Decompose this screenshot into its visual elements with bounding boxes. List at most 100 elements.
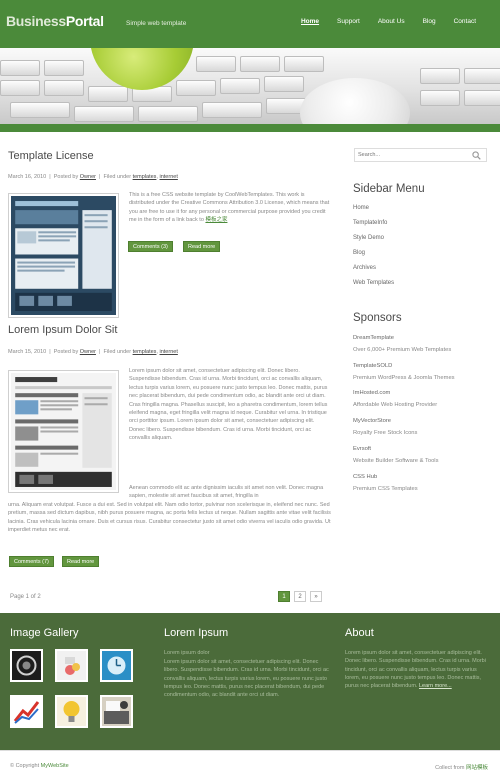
sidebar-menu: Home TemplateInfo Style Demo Blog Archiv… [353,205,394,295]
keyboard-key [202,102,262,118]
read-more-button[interactable]: Read more [62,556,100,567]
gallery-image [104,701,129,724]
sidebar-item-style-demo[interactable]: Style Demo [353,235,394,250]
sponsor-item: Evrsoft Website Builder Software & Tools [353,443,439,467]
post-tag-link[interactable]: internet [160,349,178,355]
header-banner-image [0,48,500,124]
sponsors-heading: Sponsors [353,312,402,324]
keyboard-key [0,80,40,96]
credit-link[interactable]: 模板之家 [205,217,227,223]
sponsor-description: Premium CSS Templates [353,486,418,492]
post-body-paragraph: Lorem ipsum dolor sit amet, consectetuer… [129,368,328,442]
sponsor-name[interactable]: TemplateSOLD [353,360,455,372]
post-thumbnail[interactable] [8,370,119,493]
next-page-button[interactable]: » [310,591,322,602]
keyboard-key [420,68,460,84]
post-body-paragraph: urna. Aliquam erat volutpat. Fusce a dui… [8,502,331,534]
gallery-thumb[interactable] [100,695,133,728]
gallery-thumb[interactable] [100,649,133,682]
lorem-heading: Lorem Ipsum [164,627,229,639]
site-footer: Image Gallery Lorem Ipsum Lorem ipsum do… [0,613,500,750]
post-tag-link[interactable]: templates [133,174,157,180]
site-logo[interactable]: BusinessPortal [6,13,104,29]
comments-button[interactable]: Comments (7) [9,556,54,567]
keyboard-key [176,80,216,96]
gallery-thumb[interactable] [55,695,88,728]
sponsor-name[interactable]: DreamTemplate [353,332,451,344]
keyboard-key [464,68,500,84]
site-tagline: Simple web template [126,20,187,27]
site-link[interactable]: MyWebSite [41,763,69,769]
about-heading: About [345,627,374,639]
page-indicator: Page 1 of 2 [10,594,41,600]
read-more-button[interactable]: Read more [183,241,221,252]
keyboard-key [284,56,324,72]
post-thumbnail[interactable] [8,193,119,318]
nav-contact[interactable]: Contact [454,18,476,25]
keyboard-key [138,106,198,122]
filed-under-label: Filed under [103,349,132,355]
search-box [354,148,487,162]
post-body-paragraph: Aenean commodo elit ac ante dignissim ia… [129,485,324,500]
sponsor-description: Affordable Web Hosting Provider [353,402,438,408]
lorem-text: Lorem ipsum dolor sit amet, consectetuer… [164,659,329,699]
gallery-image [107,656,126,675]
credit-footer-link[interactable]: 网站模板 [466,765,488,771]
post-tag-link[interactable]: templates [133,349,157,355]
logo-part2: Portal [65,13,104,29]
post-title[interactable]: Template License [8,150,94,162]
keyboard-key [10,102,70,118]
gallery-thumb[interactable] [10,695,43,728]
sponsor-name[interactable]: MyVectorStore [353,415,417,427]
copyright: © Copyright MyWebSite [10,763,69,769]
about-text: Lorem ipsum dolor sit amet, consectetuer… [345,650,486,690]
nav-home[interactable]: Home [301,18,319,25]
nav-support[interactable]: Support [337,18,360,25]
mouse-graphic [300,78,410,124]
sidebar-menu-heading: Sidebar Menu [353,183,425,195]
nav-about-us[interactable]: About Us [378,18,405,25]
page-1-button[interactable]: 1 [278,591,290,602]
sponsor-name[interactable]: CSS Hub [353,471,418,483]
gallery-thumb[interactable] [55,649,88,682]
keyboard-key [44,80,84,96]
keyboard-key [464,90,500,106]
sponsor-item: CSS Hub Premium CSS Templates [353,471,418,495]
sponsor-description: Website Builder Software & Tools [353,458,439,464]
credit: Collect from 网站模板 [435,765,488,771]
sidebar-item-templateinfo[interactable]: TemplateInfo [353,220,394,235]
sponsor-name[interactable]: Evrsoft [353,443,439,455]
gallery-heading: Image Gallery [10,627,79,639]
gallery-thumb[interactable] [10,649,43,682]
page-2-button[interactable]: 2 [294,591,306,602]
sidebar-item-home[interactable]: Home [353,205,394,220]
sponsor-item: ImHosted.com Affordable Web Hosting Prov… [353,387,437,411]
banner-divider [0,124,500,132]
template-screenshot-image [11,373,116,490]
post-tag-link[interactable]: internet [160,174,178,180]
keyboard-key [88,86,128,102]
sidebar-item-archives[interactable]: Archives [353,265,394,280]
post-author-link[interactable]: Owner [80,349,96,355]
sponsor-item: DreamTemplate Over 6,000+ Premium Web Te… [353,332,451,356]
posted-by-label: Posted by [53,174,79,180]
post-date: March 15, 2010 [8,349,47,355]
gallery-image [63,701,80,722]
post-meta: March 16, 2010 | Posted by Owner | Filed… [8,174,178,180]
comments-button[interactable]: Comments (3) [128,241,173,252]
nav-blog[interactable]: Blog [423,18,436,25]
search-icon[interactable] [472,151,481,160]
search-input[interactable] [358,149,468,161]
sidebar-item-web-templates[interactable]: Web Templates [353,280,394,295]
bottom-bar: © Copyright MyWebSite Collect from 网站模板 [0,750,500,782]
posted-by-label: Posted by [53,349,79,355]
gallery-image [16,655,37,676]
post-author-link[interactable]: Owner [80,174,96,180]
sponsor-description: Premium WordPress & Joomla Themes [353,375,455,381]
keyboard-key [240,56,280,72]
sidebar-item-blog[interactable]: Blog [353,250,394,265]
post-title[interactable]: Lorem Ipsum Dolor Sit [8,324,117,336]
sponsor-name[interactable]: ImHosted.com [353,387,437,399]
learn-more-link[interactable]: Learn more... [419,683,452,689]
filed-under-label: Filed under [103,174,132,180]
